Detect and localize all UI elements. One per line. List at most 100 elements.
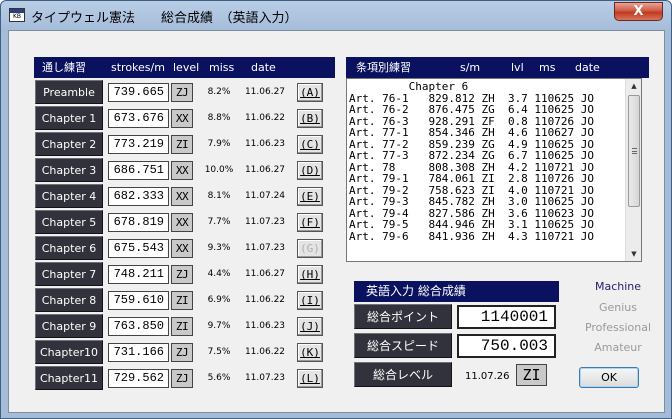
- date-value: 11.07.24: [244, 191, 286, 201]
- chapter-button[interactable]: Chapter11: [35, 366, 103, 390]
- miss-value: 7.9%: [207, 139, 231, 149]
- date-value: 11.07.23: [244, 243, 286, 253]
- level-value: XX: [171, 161, 193, 180]
- level-value: ZI: [171, 317, 193, 336]
- close-button[interactable]: X: [614, 2, 663, 21]
- shortcut-key-button[interactable]: (L): [297, 369, 323, 388]
- list-item[interactable]: Art. 76-2 876.475 ZG 6.4 110625 JO: [349, 104, 625, 116]
- app-window: タイプウェル憲法 総合成績 （英語入力） X 通し練習 strokes/m le…: [0, 0, 672, 419]
- level-value: ZJ: [171, 369, 193, 388]
- strokes-value: 686.751: [108, 161, 169, 180]
- strokes-value: 739.665: [108, 83, 169, 102]
- miss-value: 9.7%: [207, 321, 231, 331]
- chapter-button[interactable]: Chapter 7: [35, 262, 103, 286]
- date-header-right: date: [575, 61, 600, 74]
- shortcut-key-button[interactable]: (B): [297, 109, 323, 128]
- list-item[interactable]: Art. 79-3 845.782 ZH 3.0 110625 JO: [349, 196, 625, 208]
- scroll-thumb[interactable]: [628, 95, 640, 207]
- date-header: date: [251, 61, 276, 74]
- chapter-button[interactable]: Chapter 4: [35, 184, 103, 208]
- chapter-button[interactable]: Chapter10: [35, 340, 103, 364]
- shortcut-key-button[interactable]: (D): [297, 161, 323, 180]
- mode-genius[interactable]: Genius: [580, 301, 656, 314]
- level-value: XX: [171, 187, 193, 206]
- level-value: ZI: [171, 135, 193, 154]
- list-item[interactable]: Art. 77-3 872.234 ZG 6.7 110625 JO: [349, 150, 625, 162]
- strokes-value: 763.850: [108, 317, 169, 336]
- scroll-up-arrow-icon[interactable]: ▲: [626, 79, 641, 93]
- chapter-button[interactable]: Chapter 9: [35, 314, 103, 338]
- date-value: 11.07.23: [244, 373, 286, 383]
- client-area: 通し練習 strokes/m level miss date Preamble 7…: [8, 30, 665, 413]
- level-value: XX: [171, 213, 193, 232]
- list-item[interactable]: Art. 79-5 844.946 ZH 3.1 110625 JO: [349, 219, 625, 231]
- strokes-value: 748.211: [108, 265, 169, 284]
- article-header-title: 条項別練習: [356, 61, 411, 74]
- article-header: 条項別練習 s/m lvl ms date: [346, 57, 649, 78]
- miss-value: 6.9%: [207, 295, 231, 305]
- level-value: ZJ: [171, 83, 193, 102]
- shortcut-key-button[interactable]: (J): [297, 317, 323, 336]
- scroll-down-arrow-icon[interactable]: ▼: [626, 247, 641, 261]
- list-item[interactable]: Art. 79-1 784.061 ZI 2.8 110726 JO: [349, 173, 625, 185]
- total-level-date: 11.07.26: [465, 371, 510, 382]
- total-speed-value: 750.003: [457, 334, 556, 358]
- date-value: 11.06.22: [244, 295, 286, 305]
- miss-value: 8.8%: [207, 113, 231, 123]
- date-value: 11.06.23: [244, 321, 286, 331]
- chapter-button[interactable]: Chapter 8: [35, 288, 103, 312]
- date-value: 11.07.23: [244, 217, 286, 227]
- ok-button[interactable]: OK: [579, 367, 639, 388]
- strokes-value: 682.333: [108, 187, 169, 206]
- ms-header: ms: [539, 61, 556, 74]
- strokes-value: 673.676: [108, 109, 169, 128]
- miss-value: 8.2%: [207, 87, 231, 97]
- shortcut-key-button[interactable]: (K): [297, 343, 323, 362]
- list-item[interactable]: Art. 77-1 854.346 ZH 4.6 110627 JO: [349, 127, 625, 139]
- total-speed-label: 総合スピード: [354, 333, 452, 358]
- level-value: ZI: [171, 291, 193, 310]
- date-value: 11.06.23: [244, 139, 286, 149]
- shortcut-key-button[interactable]: (H): [297, 265, 323, 284]
- shortcut-key-button[interactable]: (C): [297, 135, 323, 154]
- article-list[interactable]: Chapter 6 Art. 76-1 829.812 ZH 3.7 110625…: [346, 78, 642, 262]
- miss-header: miss: [209, 61, 235, 74]
- chapter-button[interactable]: Preamble: [35, 80, 103, 104]
- title-bar[interactable]: タイプウェル憲法 総合成績 （英語入力） X: [1, 1, 671, 29]
- article-list-scrollbar[interactable]: ▲ ▼: [625, 79, 641, 261]
- total-points-value: 1140001: [457, 305, 556, 329]
- shortcut-key-button[interactable]: (I): [297, 291, 323, 310]
- miss-value: 4.4%: [207, 269, 231, 279]
- grip-icon: [632, 148, 637, 154]
- chapter-button[interactable]: Chapter 6: [35, 236, 103, 260]
- mode-professional[interactable]: Professional: [580, 321, 656, 334]
- strokes-value: 678.819: [108, 213, 169, 232]
- chapter-button[interactable]: Chapter 3: [35, 158, 103, 182]
- strokes-value: 759.610: [108, 291, 169, 310]
- chapter-button[interactable]: Chapter 2: [35, 132, 103, 156]
- level-value: ZJ: [171, 343, 193, 362]
- chapter-button[interactable]: Chapter 5: [35, 210, 103, 234]
- date-value: 11.06.27: [244, 87, 286, 97]
- list-group-heading: Chapter 6: [349, 80, 469, 93]
- level-value: ZJ: [171, 265, 193, 284]
- lvl-header: lvl: [511, 61, 524, 74]
- article-list-content: Chapter 6 Art. 76-1 829.812 ZH 3.7 110625…: [349, 81, 625, 242]
- strokes-value: 729.562: [108, 369, 169, 388]
- mode-machine[interactable]: Machine: [580, 280, 656, 293]
- list-item[interactable]: Art. 79-6 841.936 ZH 4.3 110721 JO: [349, 230, 625, 243]
- shortcut-key-button[interactable]: (G): [297, 239, 323, 258]
- miss-value: 10.0%: [204, 165, 234, 175]
- miss-value: 7.5%: [207, 347, 231, 357]
- app-icon: [9, 8, 25, 22]
- summary-header-title: 英語入力 総合成績: [366, 284, 466, 298]
- shortcut-key-button[interactable]: (E): [297, 187, 323, 206]
- summary-header: 英語入力 総合成績: [354, 281, 559, 302]
- shortcut-key-button[interactable]: (F): [297, 213, 323, 232]
- practice-header-title: 通し練習: [42, 61, 86, 74]
- mode-amateur[interactable]: Amateur: [580, 341, 656, 354]
- total-points-label: 総合ポイント: [354, 304, 452, 329]
- chapter-button[interactable]: Chapter 1: [35, 106, 103, 130]
- date-value: 11.06.22: [244, 347, 286, 357]
- shortcut-key-button[interactable]: (A): [297, 83, 323, 102]
